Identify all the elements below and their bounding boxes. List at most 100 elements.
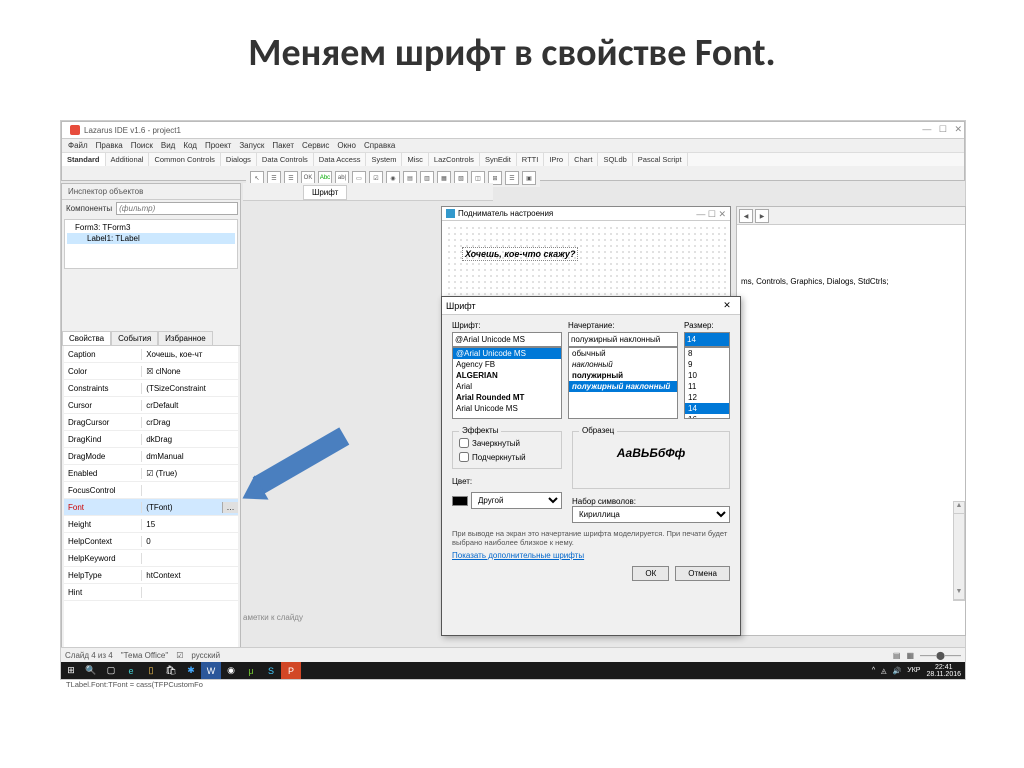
palette-lazcontrols[interactable]: LazControls <box>429 153 480 166</box>
ide-menu[interactable]: Файл Правка Поиск Вид Код Проект Запуск … <box>62 139 964 152</box>
tray-volume-icon[interactable]: 🔊 <box>893 667 902 675</box>
component-tree[interactable]: Form3: TForm3 Label1: TLabel <box>64 219 238 269</box>
style-opt-0[interactable]: обычный <box>569 348 677 359</box>
prop-row-cursor[interactable]: CursorcrDefault <box>64 397 238 414</box>
prop-row-dragmode[interactable]: DragModedmManual <box>64 448 238 465</box>
menu-window[interactable]: Окно <box>337 141 356 150</box>
scroll-up-icon[interactable]: ▲ <box>954 502 964 514</box>
size-opt-10[interactable]: 10 <box>685 370 729 381</box>
prop-row-helpkeyword[interactable]: HelpKeyword <box>64 550 238 567</box>
prop-row-enabled[interactable]: Enabled☑ (True) <box>64 465 238 482</box>
font-size-list[interactable]: 8 9 10 11 12 14 16 <box>684 347 730 419</box>
prop-row-height[interactable]: Height15 <box>64 516 238 533</box>
window-controls[interactable]: — ☐ ✕ <box>922 124 962 135</box>
tray-network-icon[interactable]: ◬ <box>881 667 886 675</box>
size-opt-11[interactable]: 11 <box>685 381 729 392</box>
prop-row-font[interactable]: Font(TFont)… <box>64 499 238 516</box>
tb-comp-15[interactable]: ☰ <box>505 171 519 185</box>
code-editor[interactable]: ◀ ▶ ms, Controls, Graphics, Dialogs, Std… <box>736 206 966 636</box>
store-icon[interactable]: 🛍 <box>161 662 181 679</box>
palette-rtti[interactable]: RTTI <box>517 153 545 166</box>
size-opt-12[interactable]: 12 <box>685 392 729 403</box>
tree-form[interactable]: Form3: TForm3 <box>67 222 235 233</box>
tray-area[interactable]: ^ ◬ 🔊 УКР 22:41 28.11.2016 <box>872 664 965 678</box>
oi-tab-fav[interactable]: Избранное <box>158 331 213 345</box>
lazarus-taskbar-icon[interactable]: ✱ <box>181 662 201 679</box>
scroll-down-icon[interactable]: ▼ <box>954 588 964 600</box>
style-opt-1[interactable]: наклонный <box>569 359 677 370</box>
palette-system[interactable]: System <box>366 153 402 166</box>
skype-icon[interactable]: S <box>261 662 281 679</box>
font-size-input[interactable] <box>684 332 730 347</box>
palette-standard[interactable]: Standard <box>62 153 106 166</box>
palette-additional[interactable]: Additional <box>106 153 150 166</box>
font-opt-3[interactable]: Arial <box>453 381 561 392</box>
palette-dialogs[interactable]: Dialogs <box>221 153 257 166</box>
palette-misc[interactable]: Misc <box>402 153 428 166</box>
code-toolbar[interactable]: ◀ ▶ <box>737 207 965 225</box>
strikeout-checkbox[interactable]: Зачеркнутый <box>459 438 555 448</box>
prop-row-dragkind[interactable]: DragKinddkDrag <box>64 431 238 448</box>
charset-select[interactable]: Кириллица <box>572 506 730 523</box>
menu-project[interactable]: Проект <box>205 141 231 150</box>
font-opt-4[interactable]: Arial Rounded MT <box>453 392 561 403</box>
palette-chart[interactable]: Chart <box>569 153 598 166</box>
form-window-controls[interactable]: — ☐ ✕ <box>696 209 726 220</box>
font-style-list[interactable]: обычный наклонный полужирный полужирный … <box>568 347 678 419</box>
tray-expand-icon[interactable]: ^ <box>872 667 875 674</box>
menu-package[interactable]: Пакет <box>272 141 294 150</box>
prop-row-constraints[interactable]: Constraints(TSizeConstraint <box>64 380 238 397</box>
tray-clock[interactable]: 22:41 28.11.2016 <box>926 664 961 678</box>
font-opt-2[interactable]: ALGERIAN <box>453 370 561 381</box>
size-opt-9[interactable]: 9 <box>685 359 729 370</box>
editor-tabs[interactable]: Шрифт <box>243 183 493 201</box>
taskview-icon[interactable]: ▢ <box>101 662 121 679</box>
menu-file[interactable]: Файл <box>68 141 88 150</box>
form-label[interactable]: Хочешь, кое-что скажу? <box>462 247 578 261</box>
property-grid[interactable]: CaptionХочешь, кое-чтColor☒ clNoneConstr… <box>64 346 238 656</box>
tab-shrift[interactable]: Шрифт <box>303 185 347 200</box>
palette-datacontrols[interactable]: Data Controls <box>257 153 314 166</box>
color-select[interactable]: Другой <box>471 492 562 509</box>
word-icon[interactable]: W <box>201 662 221 679</box>
style-opt-2[interactable]: полужирный <box>569 370 677 381</box>
oi-filter-input[interactable] <box>116 202 238 215</box>
size-opt-14[interactable]: 14 <box>685 403 729 414</box>
prop-row-hint[interactable]: Hint <box>64 584 238 601</box>
palette-pascalscript[interactable]: Pascal Script <box>633 153 688 166</box>
more-fonts-link[interactable]: Показать дополнительные шрифты <box>452 551 730 560</box>
palette-ipro[interactable]: IPro <box>544 153 569 166</box>
palette-sqldb[interactable]: SQLdb <box>598 153 632 166</box>
oi-tabs[interactable]: Свойства События Избранное <box>62 331 240 346</box>
oi-tab-events[interactable]: События <box>111 331 158 345</box>
search-icon[interactable]: 🔍 <box>81 662 101 679</box>
font-style-input[interactable] <box>568 332 678 347</box>
tb-comp-16[interactable]: ▣ <box>522 171 536 185</box>
chrome-icon[interactable]: ◉ <box>221 662 241 679</box>
tree-label[interactable]: Label1: TLabel <box>67 233 235 244</box>
spellcheck-icon[interactable]: ☑ <box>176 651 183 660</box>
cancel-button[interactable]: Отмена <box>675 566 730 581</box>
size-opt-8[interactable]: 8 <box>685 348 729 359</box>
prop-row-color[interactable]: Color☒ clNone <box>64 363 238 380</box>
palette-dataaccess[interactable]: Data Access <box>314 153 367 166</box>
menu-view[interactable]: Вид <box>161 141 175 150</box>
zoom-slider[interactable]: ——⬤—— <box>920 651 961 660</box>
component-palette-tabs[interactable]: Standard Additional Common Controls Dial… <box>62 152 964 166</box>
prop-row-caption[interactable]: CaptionХочешь, кое-чт <box>64 346 238 363</box>
language-indicator[interactable]: русский <box>191 651 220 660</box>
windows-taskbar[interactable]: ⊞ 🔍 ▢ e ▯ 🛍 ✱ W ◉ μ S P ^ ◬ 🔊 УКР 22:41 … <box>61 662 965 679</box>
font-name-list[interactable]: @Arial Unicode MS Agency FB ALGERIAN Ari… <box>452 347 562 419</box>
powerpoint-icon[interactable]: P <box>281 662 301 679</box>
menu-code[interactable]: Код <box>183 141 197 150</box>
underline-input[interactable] <box>459 452 469 462</box>
vertical-scrollbar[interactable]: ▲ ▼ <box>953 501 965 601</box>
start-button[interactable]: ⊞ <box>61 662 81 679</box>
strikeout-input[interactable] <box>459 438 469 448</box>
font-name-input[interactable] <box>452 332 562 347</box>
view-normal-icon[interactable]: ▤ <box>893 651 901 660</box>
font-opt-5[interactable]: Arial Unicode MS <box>453 403 561 414</box>
explorer-icon[interactable]: ▯ <box>141 662 161 679</box>
font-opt-0[interactable]: @Arial Unicode MS <box>453 348 561 359</box>
size-opt-16[interactable]: 16 <box>685 414 729 419</box>
